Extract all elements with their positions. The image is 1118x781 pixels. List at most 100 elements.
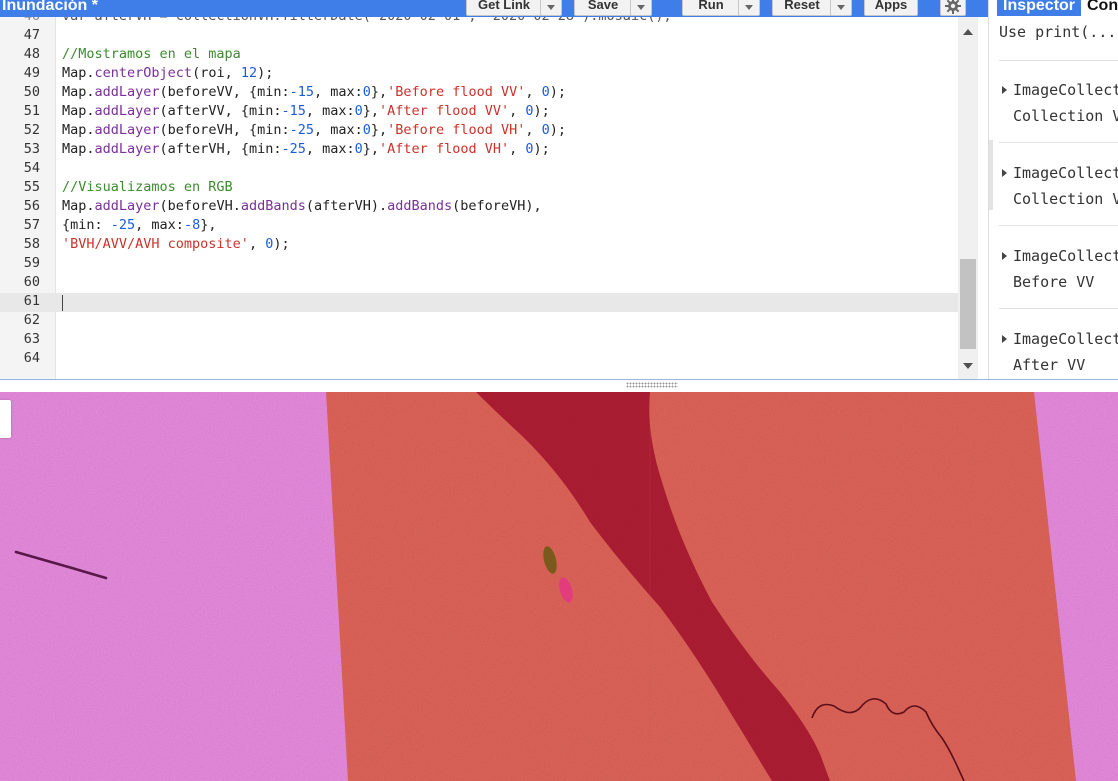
line-number: 62 — [23, 312, 40, 328]
tab-inspector[interactable]: Inspector — [997, 0, 1082, 16]
code-line: Map.addLayer(beforeVV, {min:-15, max:0},… — [62, 83, 566, 102]
console-divider — [999, 60, 1118, 61]
code-token: ); — [533, 141, 550, 157]
right-panel: Inspector Console Use print(...) to writ… — [988, 0, 1118, 380]
code-token: (afterVV, {min: — [159, 103, 282, 119]
line-number: 51 — [23, 103, 40, 119]
line-number: 60 — [23, 274, 40, 290]
get-link-button[interactable]: Get Link — [466, 0, 542, 16]
scroll-thumb[interactable] — [960, 259, 976, 349]
code-token: Map. — [62, 103, 95, 119]
tab-console[interactable]: Console — [1087, 0, 1118, 16]
code-line: //Mostramos en el mapa — [62, 45, 241, 64]
panel-resize-handle[interactable] — [989, 140, 993, 210]
code-token: addLayer — [94, 198, 160, 214]
expand-triangle-icon[interactable] — [1002, 252, 1007, 260]
code-editor[interactable]: 46 var afterVH = collectionVH.filterDate… — [0, 17, 958, 379]
expand-triangle-icon[interactable] — [1002, 86, 1007, 94]
line-number: 52 — [23, 122, 40, 138]
code-token: addLayer — [94, 122, 160, 138]
code-token: ); — [549, 84, 567, 100]
code-line: Map.addLayer(beforeVH, {min:-25, max:0},… — [62, 121, 566, 140]
line-number: 50 — [23, 84, 40, 100]
console-entry-subtitle: Collection VH — [1013, 190, 1118, 208]
run-dropdown-chevron-icon[interactable] — [738, 0, 760, 16]
code-line: //Visualizamos en RGB — [62, 178, 233, 197]
code-token: {min: — [62, 217, 111, 233]
gear-icon[interactable] — [940, 0, 966, 16]
console-entry-subtitle: After VV — [1013, 356, 1086, 374]
code-token: 'After flood VH' — [379, 141, 510, 157]
map-zoom-control[interactable] — [0, 400, 11, 438]
get-link-dropdown-chevron-icon[interactable] — [540, 0, 562, 16]
line-number: 57 — [23, 217, 40, 233]
line-number: 64 — [23, 350, 40, 366]
code-token: //Visualizamos en RGB — [62, 179, 233, 195]
console-divider — [999, 142, 1118, 143]
code-token: 0 — [362, 84, 371, 100]
code-token: addLayer — [94, 141, 160, 157]
expand-triangle-icon[interactable] — [1002, 335, 1007, 343]
reset-button[interactable]: Reset — [772, 0, 832, 16]
code-token: ); — [533, 103, 550, 119]
code-token: Map. — [62, 84, 95, 100]
console-entry-title: ImageCollection — [1013, 247, 1118, 265]
map-imagery — [0, 392, 1118, 781]
code-token: }, — [370, 84, 388, 100]
console-hint: Use print(...) to write to this console. — [999, 23, 1118, 41]
splitter-grip-icon[interactable] — [626, 382, 678, 388]
code-token: 'Before flood VV' — [387, 84, 526, 100]
code-token: , — [525, 84, 542, 100]
editor-scrollbar[interactable] — [958, 17, 978, 379]
code-token: (beforeVH, {min: — [159, 122, 290, 138]
code-line: Map.centerObject(roi, 12); — [62, 64, 273, 83]
code-token: ); — [549, 122, 567, 138]
code-token: , — [509, 103, 526, 119]
console-entry-title: ImageCollection — [1013, 164, 1118, 182]
line-number: 58 — [23, 236, 40, 252]
code-token: , — [248, 236, 266, 252]
console-entry-subtitle: Before VV — [1013, 273, 1095, 291]
line-number: 56 — [23, 198, 40, 214]
code-token: (beforeVH), — [452, 198, 542, 214]
code-line-partial: var afterVH = collectionVH.filterDate('2… — [62, 17, 672, 26]
panel-splitter[interactable] — [0, 379, 1118, 392]
scroll-up-arrow-icon[interactable] — [963, 29, 973, 35]
line-number: 54 — [23, 160, 40, 176]
save-dropdown-chevron-icon[interactable] — [630, 0, 652, 16]
code-line: {min: -25, max:-8}, — [62, 216, 216, 235]
code-token: (roi, — [192, 65, 241, 81]
code-token: addBands — [240, 198, 306, 214]
console-entry-title: ImageCollection — [1013, 330, 1118, 348]
code-token: , max: — [313, 84, 363, 100]
code-token: -15 — [281, 103, 306, 119]
expand-triangle-icon[interactable] — [1002, 169, 1007, 177]
code-token: }, — [200, 217, 217, 233]
save-button[interactable]: Save — [574, 0, 632, 16]
text-cursor — [62, 295, 63, 311]
map-canvas[interactable] — [0, 392, 1118, 781]
code-token: , max: — [135, 217, 184, 233]
code-token: 0 — [525, 103, 534, 119]
code-token: 0 — [354, 141, 363, 157]
scroll-down-arrow-icon[interactable] — [963, 363, 973, 369]
code-token: (afterVH). — [305, 198, 388, 214]
code-token: (afterVH, {min: — [159, 141, 282, 157]
run-button[interactable]: Run — [682, 0, 740, 16]
code-token: addLayer — [94, 103, 160, 119]
code-token: (beforeVH. — [159, 198, 241, 214]
reset-dropdown-chevron-icon[interactable] — [830, 0, 852, 16]
code-token: , max: — [313, 122, 363, 138]
line-number: 63 — [23, 331, 40, 347]
code-token: 0 — [354, 103, 363, 119]
apps-button[interactable]: Apps — [864, 0, 918, 16]
code-token: 0 — [525, 141, 534, 157]
code-token: 'BVH/AVV/AVH composite' — [62, 236, 249, 252]
code-token: 'After flood VV' — [379, 103, 510, 119]
code-token: //Mostramos en el mapa — [62, 46, 241, 62]
code-token: Map. — [62, 198, 95, 214]
code-token: centerObject — [94, 65, 193, 81]
code-line: 'BVH/AVV/AVH composite', 0); — [62, 235, 290, 254]
code-line: Map.addLayer(afterVV, {min:-15, max:0},'… — [62, 102, 550, 121]
code-token: addLayer — [94, 84, 160, 100]
